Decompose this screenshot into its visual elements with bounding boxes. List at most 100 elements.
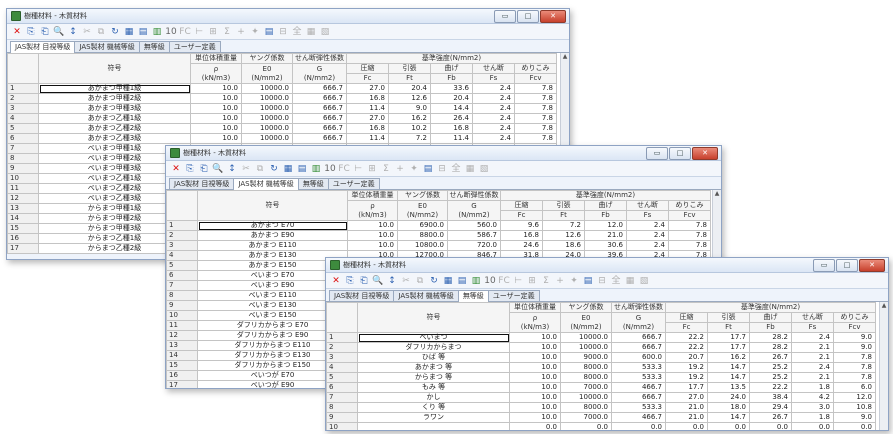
- value-cell[interactable]: 6.0: [833, 382, 876, 393]
- value-cell[interactable]: 7.2: [388, 133, 431, 144]
- plus-icon[interactable]: +: [554, 275, 566, 287]
- value-cell[interactable]: 11.4: [430, 133, 473, 144]
- value-cell[interactable]: 10000.0: [241, 133, 293, 144]
- pin-icon[interactable]: ✦: [249, 26, 261, 38]
- table-row[interactable]: 4 あかまつ 等 10.0 8000.0 533.3 19.2 14.7 25.2 2.4 7.8: [326, 362, 876, 373]
- value-cell[interactable]: 666.7: [292, 103, 347, 114]
- value-cell[interactable]: 7.8: [514, 93, 557, 104]
- symbol-cell[interactable]: あかまつ E110: [197, 240, 348, 251]
- vertical-scrollbar[interactable]: ▲: [879, 302, 888, 430]
- scroll-up-arrow[interactable]: ▲: [561, 53, 569, 61]
- table-row[interactable]: 7 かし 10.0 10000.0 666.7 27.0 24.0 38.4 4.2 12.0: [326, 392, 876, 403]
- fc-icon[interactable]: FC: [498, 275, 510, 287]
- symbol-cell[interactable]: あかまつ E70: [197, 220, 348, 231]
- tab-3[interactable]: ユーザー定義: [487, 290, 540, 301]
- table-row[interactable]: 5 からまつ 等 10.0 8000.0 533.3 19.2 14.7 25.2 2.1 7.8: [326, 372, 876, 383]
- close-button[interactable]: ✕: [540, 10, 566, 23]
- value-cell[interactable]: 7.2: [542, 220, 585, 231]
- search-icon[interactable]: 🔍: [53, 26, 65, 38]
- value-cell[interactable]: 466.7: [611, 382, 666, 393]
- value-cell[interactable]: 2.4: [472, 93, 515, 104]
- table-icon[interactable]: ▤: [137, 26, 149, 38]
- symbol-cell[interactable]: あかまつ E90: [197, 230, 348, 241]
- value-cell[interactable]: 19.2: [665, 362, 708, 373]
- symbol-cell[interactable]: ダフリカからまつ: [357, 342, 510, 353]
- value-cell[interactable]: 10.0: [509, 402, 561, 413]
- value-cell[interactable]: 0.0: [611, 422, 666, 430]
- value-cell[interactable]: 666.7: [611, 342, 666, 353]
- symbol-cell[interactable]: かし: [357, 392, 510, 403]
- value-cell[interactable]: 8000.0: [560, 372, 612, 383]
- value-cell[interactable]: 2.4: [791, 362, 834, 373]
- symbol-cell[interactable]: あかまつ 等: [357, 362, 510, 373]
- t-icon[interactable]: ⊢: [352, 163, 364, 175]
- symbol-cell[interactable]: べいまつ: [357, 332, 510, 343]
- table-row[interactable]: 1 べいまつ 10.0 10000.0 666.7 22.2 17.7 28.2 2.4 9.0: [326, 332, 876, 343]
- table-row[interactable]: 2 あかまつ甲種2級 10.0 10000.0 666.7 16.8 12.6 20.4 2.4…: [7, 93, 557, 104]
- sort-icon[interactable]: ↕: [67, 26, 79, 38]
- value-cell[interactable]: 33.6: [430, 83, 473, 94]
- value-cell[interactable]: 10.0: [190, 133, 242, 144]
- value-cell[interactable]: 9.0: [388, 103, 431, 114]
- table-icon[interactable]: ▤: [456, 275, 468, 287]
- value-cell[interactable]: 560.0: [447, 220, 501, 231]
- layout-icon[interactable]: ▤: [422, 163, 434, 175]
- sigma-icon[interactable]: Σ: [221, 26, 233, 38]
- value-cell[interactable]: 10.0: [190, 103, 242, 114]
- value-cell[interactable]: 7.8: [514, 133, 557, 144]
- cut-icon[interactable]: ✂: [240, 163, 252, 175]
- value-cell[interactable]: 24.6: [500, 240, 543, 251]
- number-icon[interactable]: 10: [165, 26, 177, 38]
- graph-icon[interactable]: ⊞: [366, 163, 378, 175]
- refresh-icon[interactable]: ↻: [268, 163, 280, 175]
- value-cell[interactable]: 16.8: [346, 93, 389, 104]
- value-cell[interactable]: 10000.0: [560, 392, 612, 403]
- value-cell[interactable]: 18.6: [542, 240, 585, 251]
- value-cell[interactable]: 22.2: [749, 382, 792, 393]
- value-cell[interactable]: 533.3: [611, 372, 666, 383]
- value-cell[interactable]: 720.0: [447, 240, 501, 251]
- value-cell[interactable]: 25.2: [749, 362, 792, 373]
- paste-icon[interactable]: ⎗: [198, 163, 210, 175]
- scroll-up-arrow[interactable]: ▲: [713, 190, 721, 198]
- grid-icon[interactable]: ▦: [123, 26, 135, 38]
- value-cell[interactable]: 0.0: [749, 422, 792, 430]
- list-icon[interactable]: ▦: [624, 275, 636, 287]
- chart-icon[interactable]: ▥: [310, 163, 322, 175]
- value-cell[interactable]: 7.8: [833, 352, 876, 363]
- table-row[interactable]: 3 あかまつ E110 10.0 10800.0 720.0 24.6 18.6 30.6 2.…: [166, 240, 711, 251]
- value-cell[interactable]: 14.7: [707, 412, 750, 423]
- value-cell[interactable]: 666.7: [611, 392, 666, 403]
- settings-icon[interactable]: ▧: [638, 275, 650, 287]
- delete-icon[interactable]: ✕: [170, 163, 182, 175]
- cut-icon[interactable]: ✂: [400, 275, 412, 287]
- delete-icon[interactable]: ✕: [330, 275, 342, 287]
- value-cell[interactable]: 10.8: [833, 402, 876, 413]
- value-cell[interactable]: 10.2: [388, 123, 431, 134]
- list-icon[interactable]: ▦: [464, 163, 476, 175]
- layout-icon[interactable]: ▤: [582, 275, 594, 287]
- refresh-icon[interactable]: ↻: [428, 275, 440, 287]
- value-cell[interactable]: 2.1: [791, 372, 834, 383]
- pin-icon[interactable]: ✦: [568, 275, 580, 287]
- value-cell[interactable]: 0.0: [509, 422, 561, 430]
- copy2-icon[interactable]: ⧉: [95, 26, 107, 38]
- value-cell[interactable]: 9.6: [500, 220, 543, 231]
- value-cell[interactable]: 8000.0: [560, 362, 612, 373]
- value-cell[interactable]: 10000.0: [241, 103, 293, 114]
- value-cell[interactable]: 16.8: [500, 230, 543, 241]
- delete-icon[interactable]: ✕: [11, 26, 23, 38]
- grid-icon[interactable]: ▦: [442, 275, 454, 287]
- minimize-button[interactable]: ▭: [646, 147, 668, 160]
- sort-icon[interactable]: ↕: [386, 275, 398, 287]
- value-cell[interactable]: 7.8: [668, 230, 711, 241]
- value-cell[interactable]: 16.2: [707, 352, 750, 363]
- value-cell[interactable]: 666.7: [292, 83, 347, 94]
- value-cell[interactable]: 27.0: [346, 83, 389, 94]
- layout-icon[interactable]: ▤: [263, 26, 275, 38]
- minimize-button[interactable]: ▭: [813, 259, 835, 272]
- value-cell[interactable]: 27.0: [665, 392, 708, 403]
- number-icon[interactable]: 10: [324, 163, 336, 175]
- value-cell[interactable]: 10.0: [509, 352, 561, 363]
- value-cell[interactable]: 24.0: [707, 392, 750, 403]
